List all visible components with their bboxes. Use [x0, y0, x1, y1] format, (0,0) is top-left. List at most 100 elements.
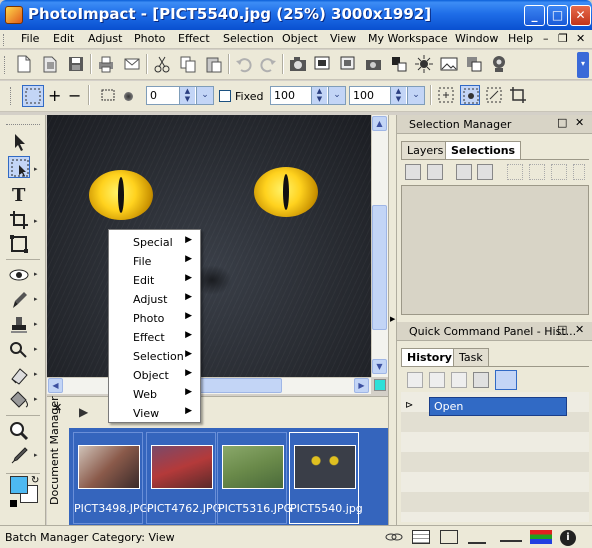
thumbnail-item[interactable]: PICT5316.JPG — [217, 432, 292, 524]
scan-icon[interactable] — [338, 54, 358, 74]
ctx-item-photo[interactable]: Photo ▶ — [109, 309, 200, 328]
menu-help[interactable]: Help — [508, 32, 533, 45]
clone-tool-icon[interactable] — [8, 339, 30, 361]
menu-effect[interactable]: Effect — [178, 32, 210, 45]
fill-tool-icon[interactable] — [8, 389, 30, 411]
selection-disabled-icon[interactable] — [507, 164, 523, 180]
ctx-item-object[interactable]: Object ▶ — [109, 366, 200, 385]
splitter-arrow-icon[interactable]: ▶ — [390, 315, 395, 323]
capture-icon[interactable] — [364, 54, 384, 74]
width-input[interactable]: 100 ▲ ▼ ⌄ — [270, 86, 346, 105]
panel-restore-icon[interactable]: □ — [557, 323, 567, 336]
zoom-tool-icon[interactable] — [8, 420, 30, 442]
add-selection-icon[interactable]: + — [48, 86, 61, 105]
image-canvas[interactable] — [47, 115, 371, 377]
height-input[interactable]: 100 ▲ ▼ ⌄ — [349, 86, 425, 105]
email-icon[interactable] — [122, 54, 142, 74]
title-bar[interactable]: PhotoImpact - [PICT5540.jpg (25%) 3000x1… — [0, 0, 592, 30]
toolbar-overflow-button[interactable]: ▾ — [577, 52, 589, 78]
tool-flyout-arrow-icon[interactable]: ▸ — [34, 165, 38, 173]
history-undo-icon[interactable] — [407, 372, 423, 388]
subtract-selection-icon[interactable]: − — [68, 86, 81, 105]
thumbnail-item[interactable]: PICT4762.JPG — [146, 432, 221, 524]
tab-selections[interactable]: Selections — [445, 141, 522, 159]
history-copy-icon[interactable] — [429, 372, 445, 388]
play-icon[interactable]: ▶ — [79, 405, 88, 419]
transform-tool-icon[interactable] — [8, 233, 30, 255]
spin-up-down-icon[interactable]: ▲ ▼ — [390, 87, 406, 104]
menu-window[interactable]: Window — [455, 32, 498, 45]
undo-icon[interactable] — [234, 54, 254, 74]
minimize-button[interactable]: _ — [524, 5, 545, 26]
selection-list-area[interactable] — [401, 185, 589, 315]
dropdown-chevron-icon[interactable]: ⌄ — [328, 87, 345, 104]
tool-flyout-arrow-icon[interactable]: ▸ — [34, 217, 38, 225]
thumbnail-item-selected[interactable]: PICT5540.jpg — [289, 432, 363, 524]
dropdown-chevron-icon[interactable]: ⌄ — [407, 87, 424, 104]
panel-close-icon[interactable]: ✕ — [575, 323, 584, 336]
quick-command-titlebar[interactable]: Quick Command Panel - Hist... □ ✕ — [397, 322, 592, 341]
navigator-swatch[interactable] — [374, 379, 386, 391]
selection-options-icon[interactable] — [484, 85, 504, 105]
ctx-item-web[interactable]: Web ▶ — [109, 385, 200, 404]
selection-load-icon[interactable] — [427, 164, 443, 180]
eye-tool-icon[interactable] — [8, 264, 30, 286]
dropper-tool-icon[interactable] — [8, 445, 30, 467]
crop-tool-icon[interactable] — [8, 209, 30, 231]
menu-adjust[interactable]: Adjust — [88, 32, 122, 45]
open-icon[interactable] — [40, 54, 60, 74]
pick-tool-icon[interactable] — [8, 131, 30, 153]
ctx-item-edit[interactable]: Edit ▶ — [109, 271, 200, 290]
status-link-icon[interactable] — [384, 530, 404, 544]
selection-intersect-icon[interactable] — [477, 164, 493, 180]
ctx-item-view[interactable]: View ▶ — [109, 404, 200, 423]
vertical-scrollbar[interactable]: ▲ ▼ — [371, 115, 388, 377]
webcam-icon[interactable] — [489, 54, 509, 74]
maximize-button[interactable]: □ — [547, 5, 568, 26]
soft-edge-input[interactable]: 0 ▲ ▼ ⌄ — [146, 86, 214, 105]
status-frame-icon[interactable] — [440, 530, 458, 544]
tool-flyout-arrow-icon[interactable]: ▸ — [34, 451, 38, 459]
tool-flyout-arrow-icon[interactable]: ▸ — [34, 370, 38, 378]
copy-icon[interactable] — [178, 54, 198, 74]
save-icon[interactable] — [66, 54, 86, 74]
tool-flyout-arrow-icon[interactable]: ▸ — [34, 295, 38, 303]
history-record-icon[interactable] — [495, 370, 517, 390]
toolbar-grip[interactable] — [10, 87, 14, 105]
selection-add-icon[interactable] — [456, 164, 472, 180]
menu-view[interactable]: View — [330, 32, 356, 45]
camera-icon[interactable] — [288, 54, 308, 74]
scroll-up-icon[interactable]: ▲ — [372, 116, 387, 131]
menu-file[interactable]: File — [21, 32, 39, 45]
brightness-icon[interactable] — [414, 54, 434, 74]
status-measure-icon[interactable] — [500, 532, 522, 542]
status-rgb-icon[interactable] — [530, 530, 552, 544]
tool-flyout-arrow-icon[interactable]: ▸ — [34, 320, 38, 328]
selection-save-icon[interactable] — [405, 164, 421, 180]
mdi-minimize-button[interactable]: – — [543, 32, 549, 45]
cut-icon[interactable] — [152, 54, 172, 74]
scanner-icon[interactable] — [313, 54, 333, 74]
redo-icon[interactable] — [258, 54, 278, 74]
selection-disabled-icon[interactable] — [551, 164, 567, 180]
tab-history[interactable]: History — [401, 348, 458, 366]
menu-object[interactable]: Object — [282, 32, 318, 45]
text-tool-icon[interactable]: T — [8, 183, 30, 206]
selection-disabled-icon[interactable] — [529, 164, 545, 180]
foreground-color-swatch[interactable] — [10, 476, 28, 494]
select-all-icon[interactable] — [436, 85, 456, 105]
status-info-icon[interactable]: i — [560, 530, 576, 546]
spin-up-down-icon[interactable]: ▲ ▼ — [179, 87, 195, 104]
color-icon[interactable] — [389, 54, 409, 74]
toolbox-grip[interactable] — [6, 124, 40, 127]
scroll-left-icon[interactable]: ◀ — [48, 378, 63, 393]
tool-flyout-arrow-icon[interactable]: ▸ — [34, 270, 38, 278]
fixed-checkbox[interactable] — [219, 90, 231, 102]
horizontal-scrollbar[interactable]: ◀ ▶ — [47, 377, 371, 394]
panel-close-icon[interactable]: ✕ — [575, 116, 584, 129]
menu-photo[interactable]: Photo — [134, 32, 165, 45]
ctx-item-selection[interactable]: Selection ▶ — [109, 347, 200, 366]
paste-icon[interactable] — [204, 54, 224, 74]
history-item-open[interactable]: Open — [429, 397, 567, 416]
stamp-tool-icon[interactable] — [8, 314, 30, 336]
